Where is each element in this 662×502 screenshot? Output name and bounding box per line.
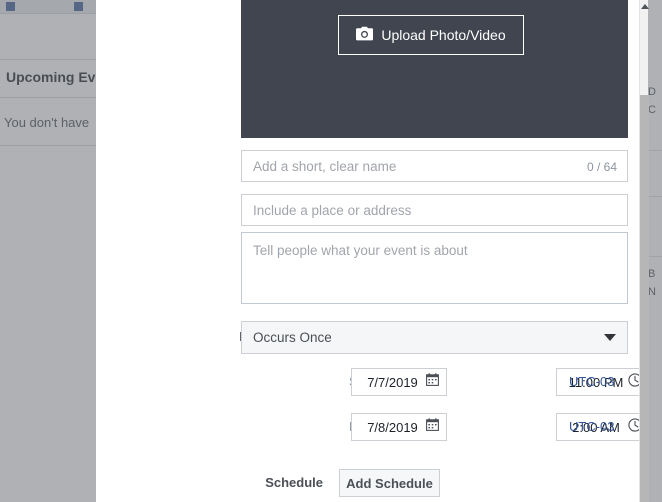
screen: Upcoming Ev You don't have D C B N — [0, 0, 662, 502]
starts-date-value: 7/7/2019 — [367, 374, 418, 390]
ends-timezone-link[interactable]: UTC-03 — [569, 419, 615, 434]
location-input[interactable]: Include a place or address — [241, 194, 628, 226]
description-placeholder: Tell people what your event is about — [253, 243, 468, 258]
upload-photo-video-button[interactable]: Upload Photo/Video — [338, 15, 524, 55]
starts-date-input[interactable]: 7/7/2019 — [351, 368, 447, 396]
camera-icon — [356, 26, 374, 44]
clock-icon — [628, 372, 639, 392]
event-name-placeholder: Add a short, clear name — [253, 159, 397, 174]
ends-date-input[interactable]: 7/8/2019 — [351, 413, 447, 441]
frequency-selected-value: Occurs Once — [253, 330, 332, 345]
calendar-icon — [426, 373, 439, 391]
clock-icon — [628, 417, 639, 437]
scroll-up-arrow-icon[interactable] — [641, 4, 649, 9]
cover-photo-area: Upload Photo/Video — [241, 0, 628, 138]
scrollbar-thumb[interactable] — [640, 95, 649, 502]
schedule-label: Schedule — [265, 475, 323, 490]
description-textarea[interactable]: Tell people what your event is about — [241, 232, 628, 304]
add-schedule-button[interactable]: Add Schedule — [339, 469, 440, 497]
location-placeholder: Include a place or address — [253, 203, 412, 218]
upload-photo-video-label: Upload Photo/Video — [381, 27, 506, 43]
starts-timezone-link[interactable]: UTC-03 — [569, 374, 615, 389]
calendar-icon — [426, 418, 439, 436]
ends-date-value: 7/8/2019 — [367, 419, 418, 435]
chevron-down-icon — [604, 334, 616, 341]
vertical-scrollbar[interactable] — [639, 0, 649, 502]
frequency-select[interactable]: Occurs Once — [241, 321, 628, 354]
event-name-input[interactable]: Add a short, clear name 0 / 64 — [241, 150, 628, 182]
create-event-dialog: Upload Photo/Video Event Name Add a shor… — [96, 0, 639, 502]
event-name-counter: 0 / 64 — [586, 160, 617, 174]
